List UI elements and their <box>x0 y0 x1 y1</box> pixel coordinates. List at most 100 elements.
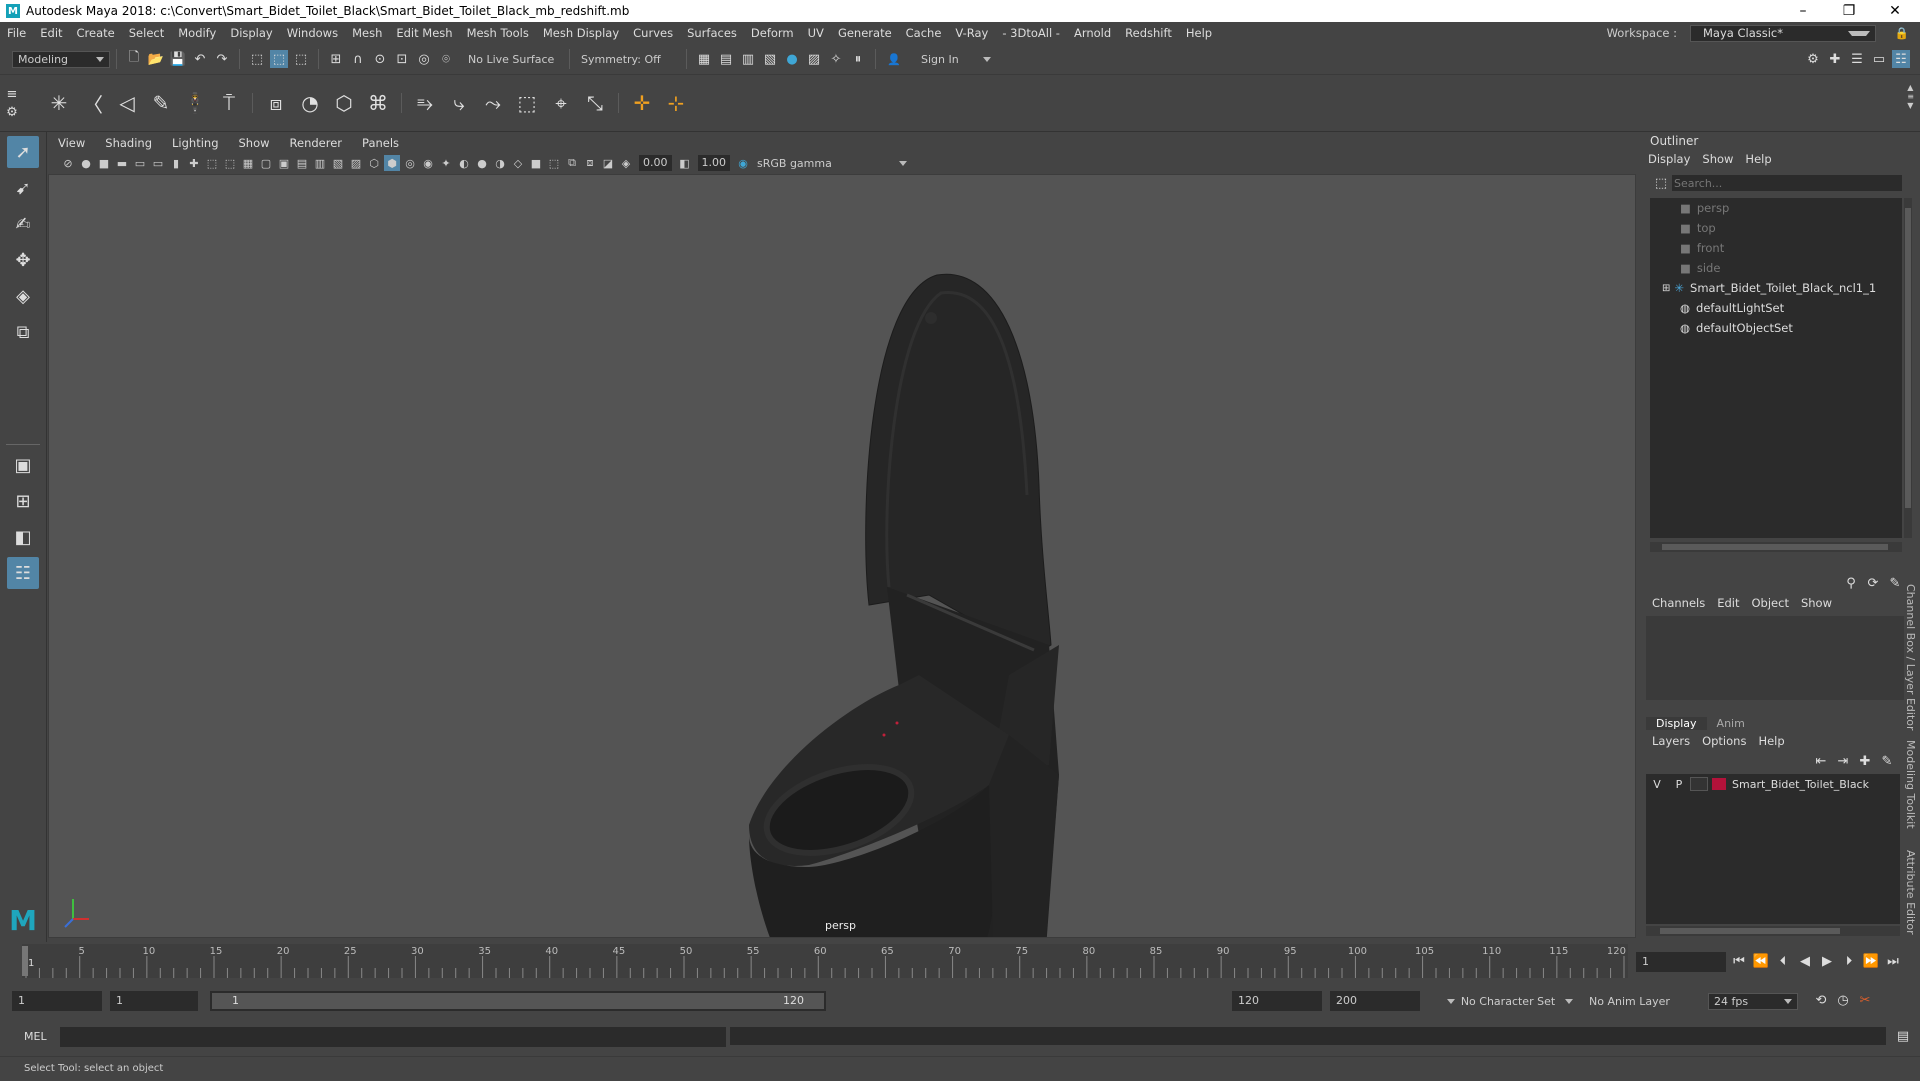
new-scene-icon[interactable]: 🗋 <box>125 50 143 68</box>
go-to-end-icon[interactable]: ⏭ <box>1884 952 1902 970</box>
new-layer-selected-icon[interactable]: ✎ <box>1878 752 1896 770</box>
menu-arnold[interactable]: Arnold <box>1067 26 1118 40</box>
command-input[interactable] <box>60 1027 726 1047</box>
menu-mesh[interactable]: Mesh <box>345 26 389 40</box>
resolution-gate-icon[interactable]: ▭ <box>150 155 166 171</box>
new-layer-icon[interactable]: ✚ <box>1856 752 1874 770</box>
time-slider-track[interactable]: 1 5 10 15 20 25 30 35 40 45 50 55 60 65 70 75 80 85 90 95 10… <box>22 944 1628 978</box>
layers-menu-options[interactable]: Options <box>1696 734 1752 748</box>
expand-icon[interactable]: ⊞ <box>1662 283 1670 294</box>
menu-file[interactable]: File <box>0 26 33 40</box>
outliner-item-toilet-group[interactable]: ⊞ ✳ Smart_Bidet_Toilet_Black_ncl1_1 <box>1650 278 1902 298</box>
current-frame-field[interactable]: 1 <box>1636 952 1726 972</box>
outliner-item-persp[interactable]: ■ persp <box>1650 198 1902 218</box>
outliner-item-front[interactable]: ■ front <box>1650 238 1902 258</box>
fps-dropdown[interactable]: 24 fps <box>1708 993 1798 1010</box>
tab-display[interactable]: Display <box>1646 716 1707 730</box>
film-gate-icon[interactable]: ▭ <box>132 155 148 171</box>
two-view-layout-icon[interactable]: ◧ <box>7 521 39 553</box>
scrollbar-thumb[interactable] <box>1660 928 1840 934</box>
multi-cut-icon[interactable]: ✳ <box>44 88 74 118</box>
layer-type-toggle[interactable] <box>1690 777 1708 791</box>
sculpt-icon[interactable]: ◔ <box>295 88 325 118</box>
bridge-icon[interactable]: ⤷ <box>444 88 474 118</box>
cube-poly-icon[interactable]: ⌘ <box>363 88 393 118</box>
step-back-frame-icon[interactable]: ⏴ <box>1774 952 1792 970</box>
insert-edge-loop-icon[interactable]: ⬚ <box>512 88 542 118</box>
minimize-button[interactable]: – <box>1780 0 1826 22</box>
target-weld-icon[interactable]: ⤡ <box>580 88 610 118</box>
render-view-icon[interactable]: ▦ <box>695 50 713 68</box>
layer-name[interactable]: Smart_Bidet_Toilet_Black <box>1732 778 1869 791</box>
hud-icon[interactable]: ◪ <box>600 155 616 171</box>
attribute-editor-toggle-icon[interactable]: ☰ <box>1848 50 1866 68</box>
layers-menu-layers[interactable]: Layers <box>1646 734 1696 748</box>
four-view-layout-icon[interactable]: ⊞ <box>7 485 39 517</box>
fit-selection-icon[interactable]: ⧈ <box>582 155 598 171</box>
menu-generate[interactable]: Generate <box>831 26 899 40</box>
ambient-occlusion-icon[interactable]: ◉ <box>420 155 436 171</box>
scroll-up-icon[interactable]: ▲ <box>1907 83 1914 92</box>
outliner-layout-icon[interactable]: ☷ <box>7 557 39 589</box>
outliner-search-input[interactable] <box>1672 175 1902 191</box>
motion-blur-icon[interactable]: ✦ <box>438 155 454 171</box>
snap-grid-icon[interactable]: ⊞ <box>327 50 345 68</box>
component-xray-icon[interactable]: ■ <box>528 155 544 171</box>
character-controls-toggle-icon[interactable]: ✚ <box>1826 50 1844 68</box>
paint-select-tool-icon[interactable]: ✍ <box>7 208 39 240</box>
extrude-icon[interactable]: ⥱ <box>410 88 440 118</box>
outliner-menu-help[interactable]: Help <box>1739 152 1777 166</box>
channel-menu-object[interactable]: Object <box>1746 596 1795 610</box>
tool-settings-toggle-icon[interactable]: ▭ <box>1870 50 1888 68</box>
refresh-icon[interactable]: ⟳ <box>1864 574 1882 592</box>
auto-key-icon[interactable]: ◷ <box>1834 991 1852 1009</box>
viewport-menu-show[interactable]: Show <box>229 136 280 150</box>
side-tab-channel-box[interactable]: Channel Box / Layer Editor <box>1904 584 1917 731</box>
menu-surfaces[interactable]: Surfaces <box>680 26 744 40</box>
viewport-menu-panels[interactable]: Panels <box>352 136 409 150</box>
move-tool-icon[interactable]: ✥ <box>7 244 39 276</box>
outliner-menu-show[interactable]: Show <box>1696 152 1739 166</box>
snap-pivot-icon[interactable]: ⊹ <box>661 88 691 118</box>
menu-create[interactable]: Create <box>70 26 122 40</box>
outliner-vertical-scrollbar[interactable] <box>1904 198 1912 538</box>
viewport-menu-view[interactable]: View <box>48 136 95 150</box>
modeling-toolkit-toggle-icon[interactable]: ⚙ <box>1804 50 1822 68</box>
step-forward-key-icon[interactable]: ⏩ <box>1862 952 1880 970</box>
pause-icon[interactable]: ⏸ <box>849 50 867 68</box>
channel-menu-edit[interactable]: Edit <box>1711 596 1745 610</box>
select-object-icon[interactable]: ⬚ <box>270 50 288 68</box>
bookmark-icon[interactable]: ■ <box>96 155 112 171</box>
wireframe-icon[interactable]: ▢ <box>258 155 274 171</box>
snap-view-icon[interactable]: ⊡ <box>393 50 411 68</box>
textured-icon[interactable]: ▥ <box>312 155 328 171</box>
rotate-tool-icon[interactable]: ◈ <box>7 280 39 312</box>
outliner-item-default-light-set[interactable]: ◍ defaultLightSet <box>1650 298 1902 318</box>
shelf-menu-icon[interactable]: ≡ <box>1907 92 1914 101</box>
menu-deform[interactable]: Deform <box>744 26 801 40</box>
menu-display[interactable]: Display <box>223 26 279 40</box>
safe-action-icon[interactable]: ⬚ <box>204 155 220 171</box>
use-lights-icon[interactable]: ▧ <box>330 155 346 171</box>
color-space-dropdown[interactable]: sRGB gamma <box>752 154 912 172</box>
play-backward-icon[interactable]: ◀ <box>1796 952 1814 970</box>
range-slider-thumb[interactable]: 1 120 <box>212 993 824 1009</box>
viewport-menu-renderer[interactable]: Renderer <box>280 136 353 150</box>
fit-all-icon[interactable]: ⧉ <box>564 155 580 171</box>
menu-3dtoall[interactable]: - 3DtoAll - <box>995 26 1067 40</box>
shelf-menu-icon[interactable]: ≡ <box>3 85 21 103</box>
gamma-field[interactable]: 1.00 <box>697 155 730 171</box>
loop-icon[interactable]: ⟲ <box>1812 991 1830 1009</box>
cv-curve-icon[interactable]: 〈 <box>78 88 108 118</box>
exposure-field[interactable]: 0.00 <box>639 155 672 171</box>
menu-help[interactable]: Help <box>1179 26 1219 40</box>
menu-edit[interactable]: Edit <box>33 26 69 40</box>
perspective-viewport[interactable]: persp <box>48 174 1636 938</box>
outliner-item-default-object-set[interactable]: ◍ defaultObjectSet <box>1650 318 1902 338</box>
menu-modify[interactable]: Modify <box>171 26 223 40</box>
ep-curve-icon[interactable]: ◁ <box>112 88 142 118</box>
shadows-icon[interactable]: ▨ <box>348 155 364 171</box>
range-slider[interactable]: 1 120 <box>210 991 826 1011</box>
depth-of-field-icon[interactable]: ● <box>474 155 490 171</box>
exposure-icon[interactable]: ◈ <box>618 155 634 171</box>
